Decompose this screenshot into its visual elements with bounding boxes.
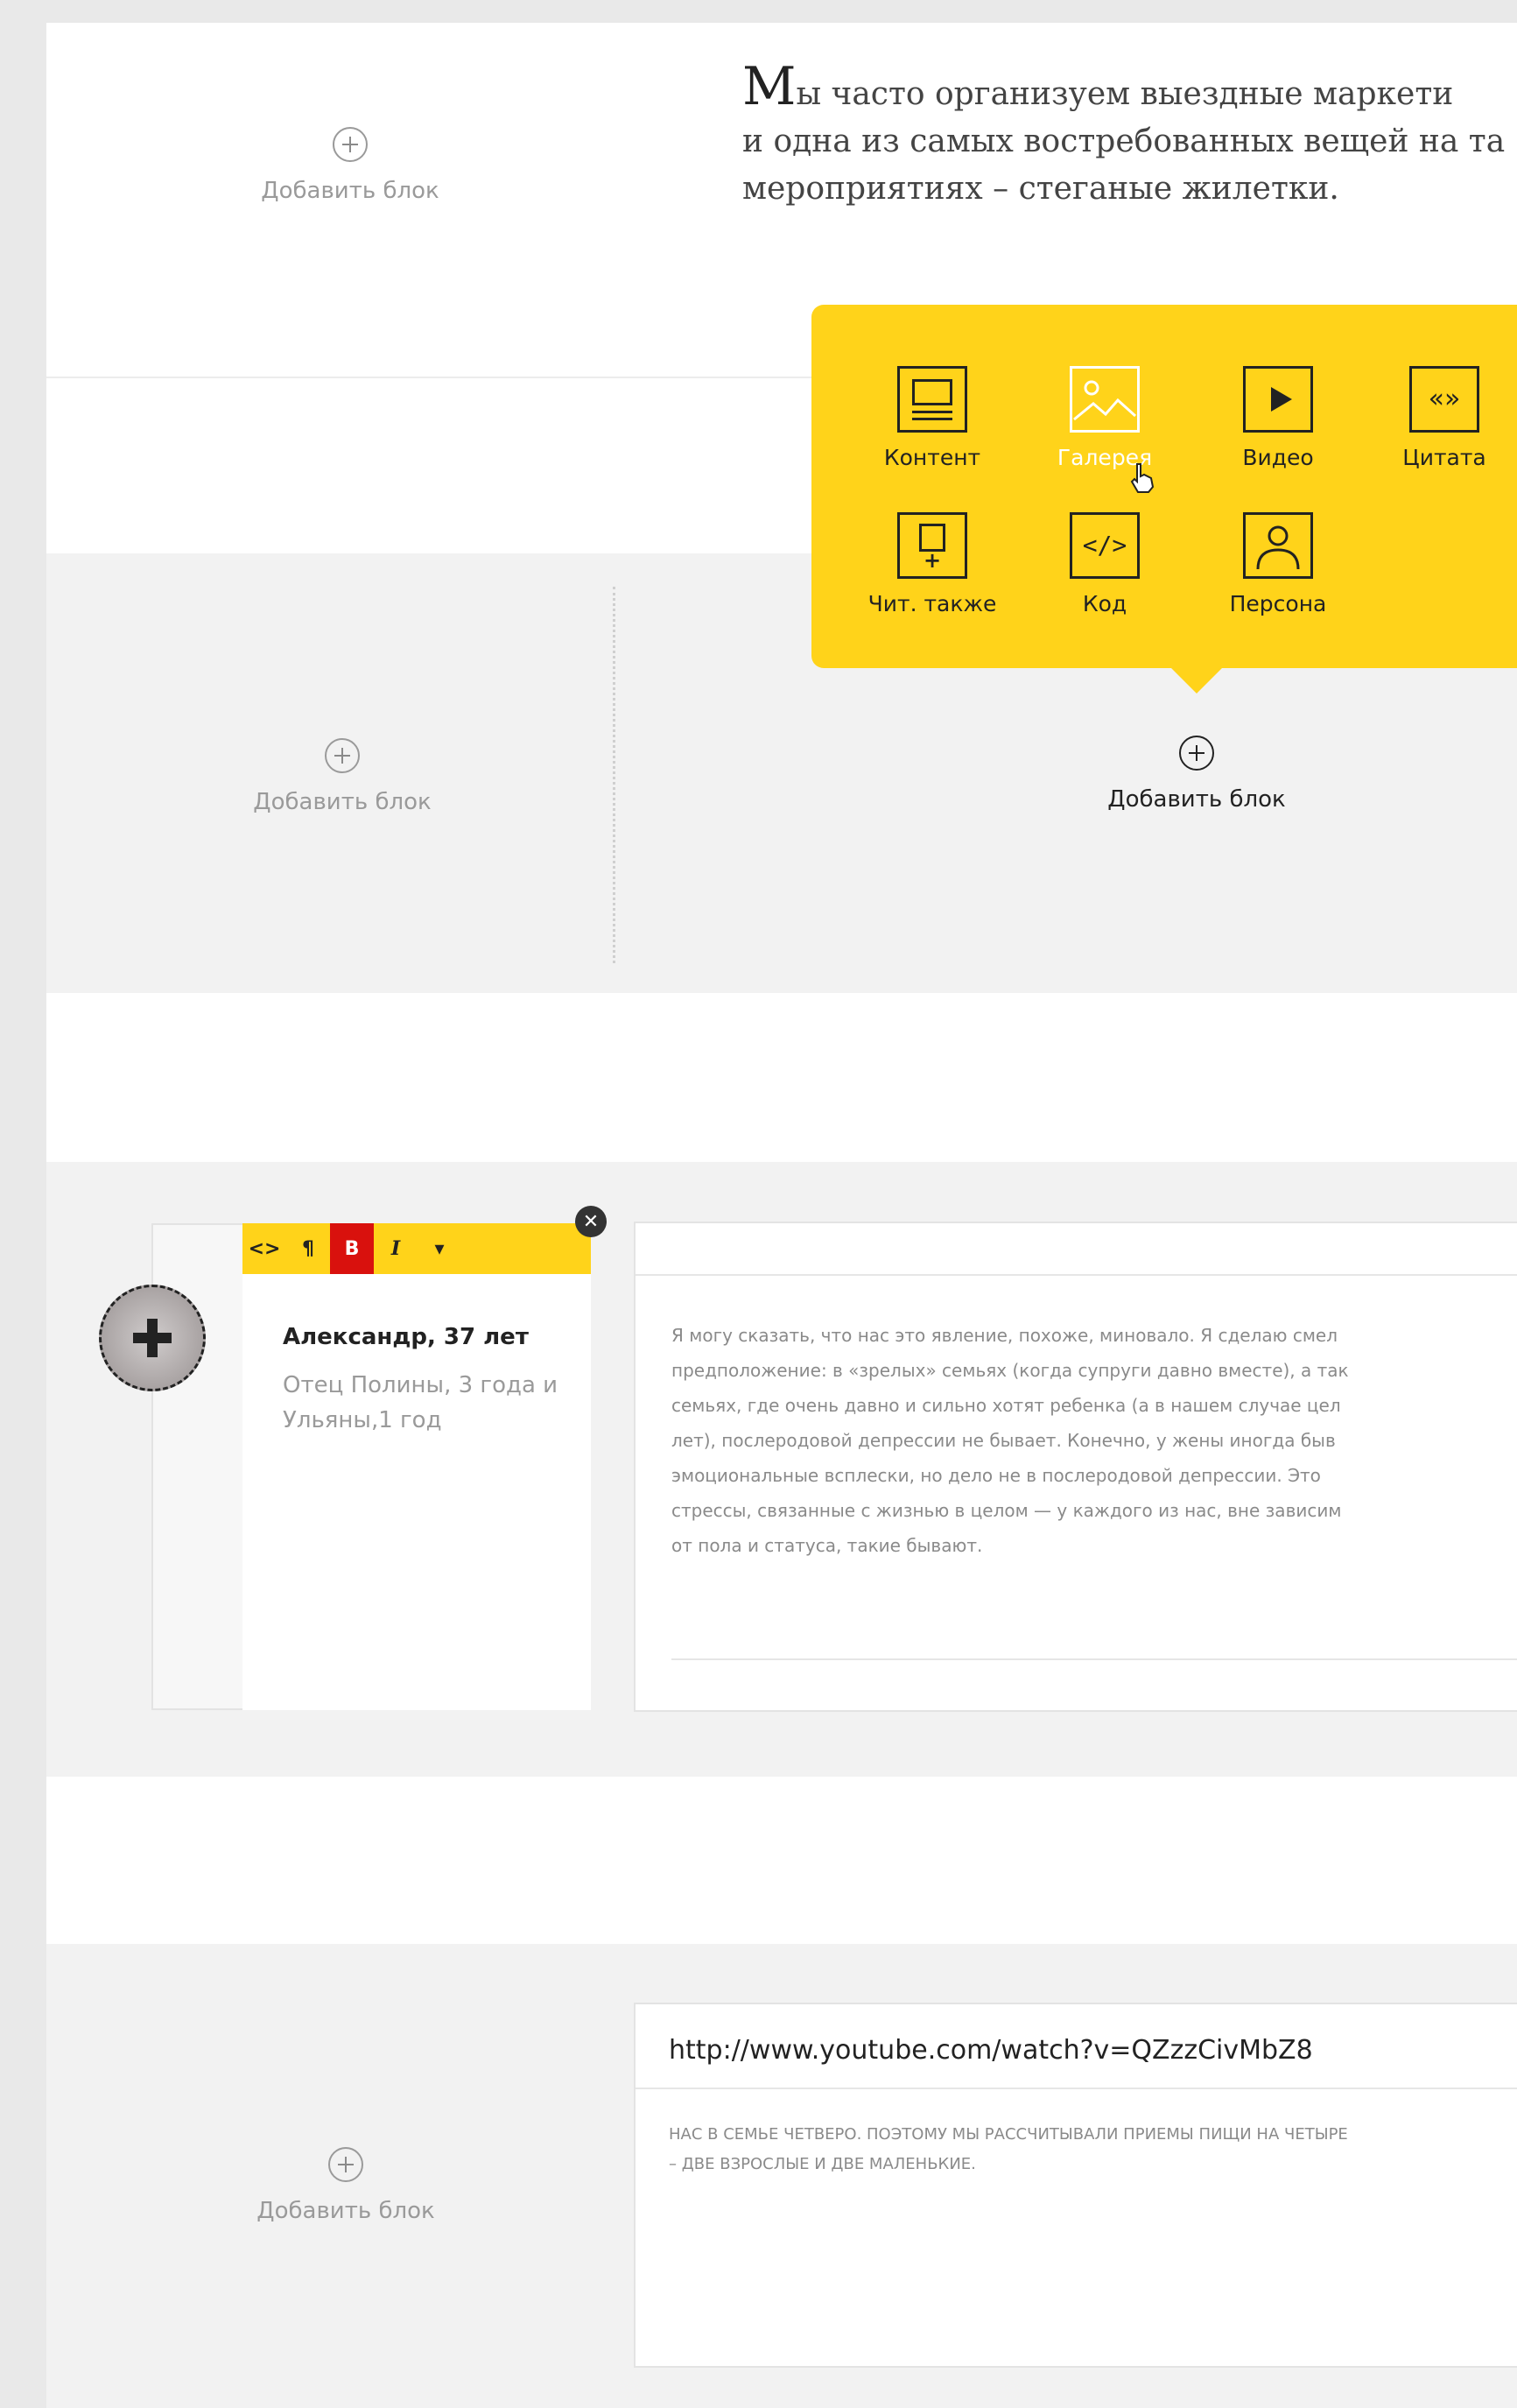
paragraph-button[interactable]: ¶ <box>286 1223 330 1274</box>
add-block-label: Добавить блок <box>256 2198 435 2224</box>
intro-line-1: ы часто организуем выездные маркети <box>796 76 1454 112</box>
popup-arrow <box>1170 667 1223 694</box>
block-type-code[interactable]: </> Код <box>1035 512 1175 616</box>
avatar-upload[interactable] <box>99 1285 206 1391</box>
add-circle-icon <box>325 738 360 773</box>
block-type-quote[interactable]: «» Цитата <box>1374 366 1514 470</box>
block-type-video[interactable]: Видео <box>1208 366 1348 470</box>
intro-paragraph[interactable]: Мы часто организуем выездные маркети и о… <box>742 60 1517 213</box>
plus-icon <box>131 1317 173 1359</box>
column-divider <box>613 587 615 963</box>
block-type-label: Персона <box>1229 591 1327 616</box>
panel-footer-rule <box>671 1658 1517 1660</box>
block-type-read-also[interactable]: Чит. также <box>862 512 1002 616</box>
video-url-input[interactable]: http://www.youtube.com/watch?v=QZzzCivMb… <box>669 2035 1313 2066</box>
read-also-icon <box>897 512 967 579</box>
block-type-label: Контент <box>883 445 981 470</box>
close-icon[interactable]: ✕ <box>575 1206 607 1237</box>
person-name[interactable]: Александр, 37 лет <box>283 1324 529 1350</box>
content-icon <box>897 366 967 433</box>
intro-line-3: мероприятиях – стеганые жилетки. <box>742 171 1339 207</box>
add-block-label: Добавить блок <box>261 178 439 204</box>
bold-button[interactable]: B <box>330 1223 374 1274</box>
more-dropdown-button[interactable]: ▾ <box>418 1223 461 1274</box>
block-type-label: Цитата <box>1402 445 1486 470</box>
hand-cursor-icon <box>1130 463 1155 493</box>
add-block-button-active[interactable]: Добавить блок <box>1083 736 1310 813</box>
block-type-label: Чит. также <box>867 591 997 616</box>
html-button[interactable]: <> <box>242 1223 286 1274</box>
format-toolbar: <> ¶ B I ▾ <box>242 1223 591 1274</box>
person-card <box>242 1223 591 1710</box>
add-circle-icon <box>328 2147 363 2182</box>
italic-button[interactable]: I <box>374 1223 418 1274</box>
add-block-button-1[interactable]: Добавить блок <box>241 127 460 204</box>
block-type-person[interactable]: Персона <box>1208 512 1348 616</box>
video-caption[interactable]: НАС В СЕМЬЕ ЧЕТВЕРО. ПОЭТОМУ МЫ РАССЧИТЫ… <box>669 2120 1517 2179</box>
add-block-button-2[interactable]: Добавить блок <box>233 738 452 815</box>
person-icon <box>1243 512 1313 579</box>
block-type-content[interactable]: Контент <box>862 366 1002 470</box>
block-type-label: Код <box>1082 591 1127 616</box>
video-panel-rule <box>636 2088 1517 2089</box>
block-type-label: Видео <box>1242 445 1314 470</box>
quote-text[interactable]: Я могу сказать, что нас это явление, пох… <box>671 1318 1517 1563</box>
code-icon: </> <box>1070 512 1140 579</box>
quote-icon: «» <box>1409 366 1479 433</box>
person-description[interactable]: Отец Полины, 3 года и Ульяны,1 год <box>283 1368 563 1438</box>
add-block-label: Добавить блок <box>253 789 432 815</box>
video-icon <box>1243 366 1313 433</box>
add-circle-icon <box>333 127 368 162</box>
add-block-button-3[interactable]: Добавить блок <box>236 2147 455 2224</box>
block-type-gallery[interactable]: Галерея <box>1035 366 1175 470</box>
panel-header-rule <box>636 1274 1517 1276</box>
add-circle-icon <box>1179 736 1214 771</box>
add-block-label: Добавить блок <box>1107 786 1286 813</box>
drop-cap: М <box>742 56 797 117</box>
gallery-icon <box>1070 366 1140 433</box>
intro-line-2: и одна из самых востребованных вещей на … <box>742 123 1506 159</box>
